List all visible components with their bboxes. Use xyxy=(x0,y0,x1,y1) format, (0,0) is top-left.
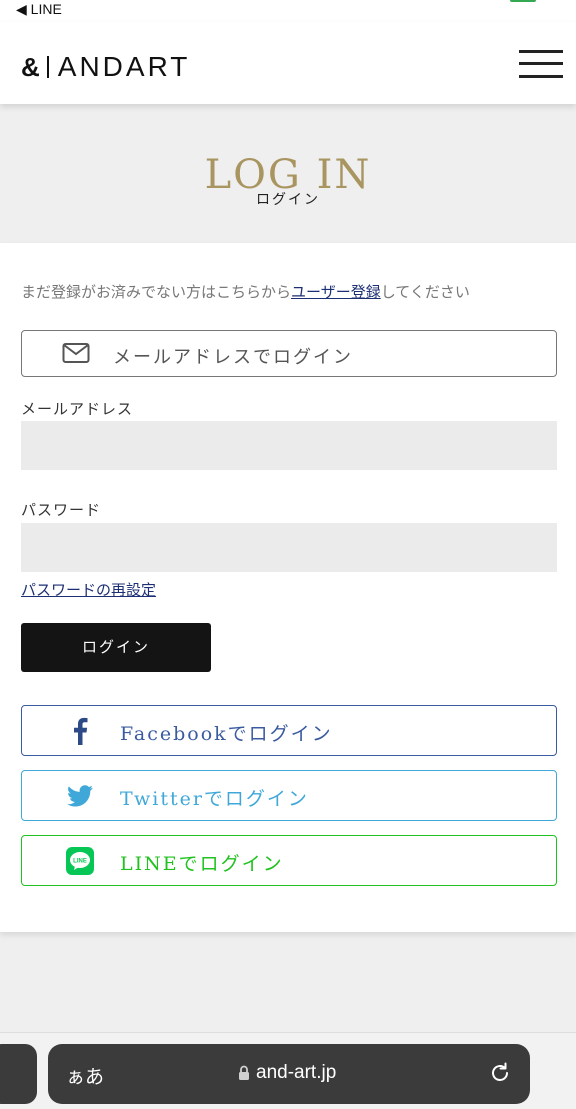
site-header: & ANDART xyxy=(0,22,576,104)
email-label: メールアドレス xyxy=(21,400,134,418)
back-to-line-link[interactable]: ◀ LINE xyxy=(16,1,62,18)
mail-icon xyxy=(62,342,90,368)
page-subtitle: ログイン xyxy=(256,192,320,208)
page-title-band: LOG IN ログイン xyxy=(0,104,576,243)
address-bar[interactable]: ぁあ and-art.jp xyxy=(48,1044,530,1104)
svg-text:LINE: LINE xyxy=(73,859,87,865)
line-login-button[interactable]: LINE LINEでログイン xyxy=(21,835,557,886)
facebook-login-button[interactable]: Facebookでログイン xyxy=(21,705,557,756)
hamburger-menu-icon[interactable] xyxy=(519,48,563,80)
line-login-label: LINEでログイン xyxy=(120,853,284,875)
text-size-button[interactable]: ぁあ xyxy=(66,1062,104,1089)
twitter-icon xyxy=(66,782,94,810)
lock-icon xyxy=(238,1065,250,1085)
password-label: パスワード xyxy=(21,501,102,519)
line-icon: LINE xyxy=(66,847,94,875)
register-note-suffix: してください xyxy=(380,283,470,301)
password-field[interactable] xyxy=(21,523,557,572)
logo[interactable]: & ANDART xyxy=(21,51,190,83)
twitter-login-label: Twitterでログイン xyxy=(120,788,309,810)
password-reset-link[interactable]: パスワードの再設定 xyxy=(21,579,156,600)
previous-tab[interactable] xyxy=(0,1044,37,1104)
facebook-icon xyxy=(66,717,94,745)
email-login-label: メールアドレスでログイン xyxy=(113,347,353,368)
url-host: and-art.jp xyxy=(256,1062,337,1083)
register-note: まだ登録がお済みでない方はこちらからユーザー登録してください xyxy=(21,281,470,302)
status-bar: ◀ LINE xyxy=(0,0,576,22)
register-link[interactable]: ユーザー登録 xyxy=(291,283,381,301)
logo-ampersand: & xyxy=(21,51,40,82)
email-field[interactable] xyxy=(21,421,557,470)
login-card: まだ登録がお済みでない方はこちらからユーザー登録してください メールアドレスでロ… xyxy=(0,243,576,932)
register-note-prefix: まだ登録がお済みでない方はこちらから xyxy=(21,283,292,301)
logo-wordmark: ANDART xyxy=(57,51,191,82)
battery-icon xyxy=(510,0,536,2)
twitter-login-button[interactable]: Twitterでログイン xyxy=(21,770,557,821)
facebook-login-label: Facebookでログイン xyxy=(120,723,333,745)
logo-divider xyxy=(46,56,49,78)
reload-icon[interactable] xyxy=(488,1061,512,1089)
login-button[interactable]: ログイン xyxy=(21,623,211,672)
email-login-button[interactable]: メールアドレスでログイン xyxy=(21,330,557,377)
browser-toolbar: ぁあ and-art.jp xyxy=(0,1032,576,1109)
